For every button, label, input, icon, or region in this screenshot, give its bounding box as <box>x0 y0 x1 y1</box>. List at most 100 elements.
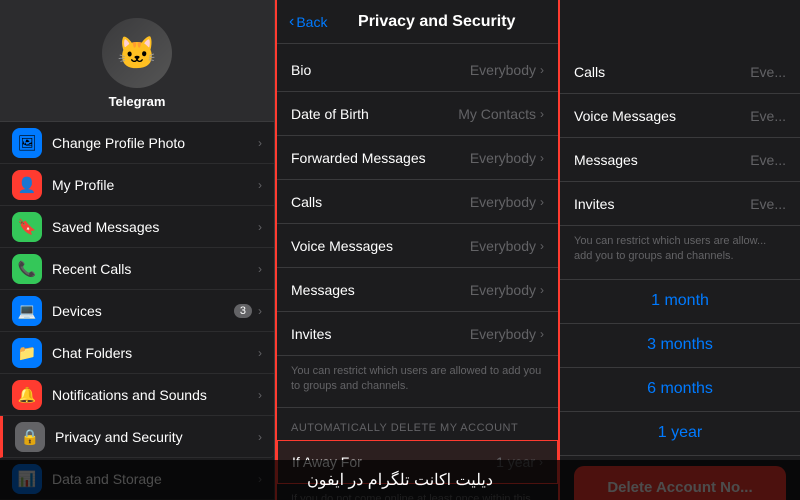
change-profile-photo-icon: 🖼 <box>12 128 42 158</box>
sidebar-item-change-profile-photo[interactable]: 🖼 Change Profile Photo› <box>0 122 274 164</box>
sidebar-item-saved-messages[interactable]: 🔖 Saved Messages› <box>0 206 274 248</box>
setting-value: My Contacts <box>458 106 536 122</box>
duration-option-3-months[interactable]: 3 months <box>560 324 800 368</box>
recent-calls-icon: 📞 <box>12 254 42 284</box>
sidebar-item-label-my-profile: My Profile <box>52 177 258 193</box>
duration-label: 1 year <box>658 424 702 442</box>
sidebar-item-privacy-and-security[interactable]: 🔒 Privacy and Security› <box>0 416 274 458</box>
chevron-icon: › <box>540 63 544 77</box>
section-header-auto-delete: AUTOMATICALLY DELETE MY ACCOUNT <box>277 408 558 440</box>
sidebar-item-recent-calls[interactable]: 📞 Recent Calls› <box>0 248 274 290</box>
setting-value: Everybody <box>470 282 536 298</box>
settings-list: BioEverybody›Date of BirthMy Contacts›Fo… <box>277 44 558 500</box>
sidebar-item-label-recent-calls: Recent Calls <box>52 261 258 277</box>
duration-label: 6 months <box>647 380 713 398</box>
chevron-icon: › <box>540 283 544 297</box>
back-button[interactable]: ‹ Back <box>289 13 327 31</box>
chevron-icon-devices: › <box>258 304 262 318</box>
duration-label: 1 month <box>651 292 709 310</box>
setting-row-bio[interactable]: BioEverybody › <box>277 48 558 92</box>
right-value: Eve... <box>750 152 786 168</box>
sidebar-item-chat-folders[interactable]: 📁 Chat Folders› <box>0 332 274 374</box>
avatar: 🐱 <box>102 18 172 88</box>
setting-value: Everybody <box>470 238 536 254</box>
setting-row-forwarded-messages[interactable]: Forwarded MessagesEverybody › <box>277 136 558 180</box>
nav-bar: ‹ Back Privacy and Security <box>277 0 558 44</box>
chevron-icon: › <box>540 239 544 253</box>
chevron-icon-notifications-and-sounds: › <box>258 388 262 402</box>
notifications-and-sounds-icon: 🔔 <box>12 380 42 410</box>
right-row-voice-messages[interactable]: Voice MessagesEve... <box>560 94 800 138</box>
chevron-icon: › <box>540 151 544 165</box>
back-chevron-icon: ‹ <box>289 13 294 31</box>
sidebar-item-notifications-and-sounds[interactable]: 🔔 Notifications and Sounds› <box>0 374 274 416</box>
right-value: Eve... <box>750 64 786 80</box>
badge-devices: 3 <box>234 304 252 318</box>
right-label: Voice Messages <box>574 108 750 124</box>
setting-label: Bio <box>291 62 470 78</box>
setting-value: Everybody <box>470 326 536 342</box>
setting-row-messages[interactable]: MessagesEverybody › <box>277 268 558 312</box>
right-label: Messages <box>574 152 750 168</box>
duration-option-1-month[interactable]: 1 month <box>560 280 800 324</box>
setting-row-voice-messages[interactable]: Voice MessagesEverybody › <box>277 224 558 268</box>
chevron-icon: › <box>540 327 544 341</box>
saved-messages-icon: 🔖 <box>12 212 42 242</box>
right-value: Eve... <box>750 108 786 124</box>
chevron-icon-chat-folders: › <box>258 346 262 360</box>
right-value: Eve... <box>750 196 786 212</box>
setting-label: Forwarded Messages <box>291 150 470 166</box>
setting-label: Messages <box>291 282 470 298</box>
chat-folders-icon: 📁 <box>12 338 42 368</box>
groups-note: You can restrict which users are allowed… <box>277 356 558 408</box>
chevron-icon-recent-calls: › <box>258 262 262 276</box>
duration-label: 3 months <box>647 336 713 354</box>
setting-value: Everybody <box>470 194 536 210</box>
setting-label: Invites <box>291 326 470 342</box>
right-row-invites[interactable]: InvitesEve... <box>560 182 800 226</box>
setting-label: Voice Messages <box>291 238 470 254</box>
sidebar-item-label-devices: Devices <box>52 303 234 319</box>
setting-label: Calls <box>291 194 470 210</box>
chevron-icon-privacy-and-security: › <box>258 430 262 444</box>
sidebar-item-label-privacy-and-security: Privacy and Security <box>55 429 258 445</box>
devices-icon: 💻 <box>12 296 42 326</box>
setting-row-calls[interactable]: CallsEverybody › <box>277 180 558 224</box>
right-panel: CallsEve...Voice MessagesEve...MessagesE… <box>560 0 800 500</box>
right-row-calls[interactable]: CallsEve... <box>560 50 800 94</box>
sidebar-item-label-notifications-and-sounds: Notifications and Sounds <box>52 387 258 403</box>
duration-option-6-months[interactable]: 6 months <box>560 368 800 412</box>
my-profile-icon: 👤 <box>12 170 42 200</box>
left-panel: 🐱 Telegram 🖼Change Profile Photo›👤My Pro… <box>0 0 275 500</box>
back-label: Back <box>296 14 327 30</box>
caption-text: دیلیت اکانت تلگرام در ایفون <box>307 470 493 490</box>
setting-row-date-of-birth[interactable]: Date of BirthMy Contacts › <box>277 92 558 136</box>
sidebar-item-devices[interactable]: 💻 Devices3 › <box>0 290 274 332</box>
chevron-icon-saved-messages: › <box>258 220 262 234</box>
sidebar-item-label-change-profile-photo: Change Profile Photo <box>52 135 258 151</box>
chevron-icon: › <box>540 107 544 121</box>
middle-panel: ‹ Back Privacy and Security BioEverybody… <box>275 0 560 500</box>
privacy-and-security-icon: 🔒 <box>15 422 45 452</box>
right-row-messages[interactable]: MessagesEve... <box>560 138 800 182</box>
setting-row-invites[interactable]: InvitesEverybody › <box>277 312 558 356</box>
nav-title: Privacy and Security <box>327 13 546 31</box>
sidebar-item-label-saved-messages: Saved Messages <box>52 219 258 235</box>
chevron-icon: › <box>540 195 544 209</box>
profile-section: 🐱 Telegram <box>0 0 274 122</box>
username: Telegram <box>109 94 166 109</box>
right-label: Invites <box>574 196 750 212</box>
bottom-caption: دیلیت اکانت تلگرام در ایفون <box>0 460 800 500</box>
setting-value: Everybody <box>470 62 536 78</box>
sidebar-item-my-profile[interactable]: 👤 My Profile› <box>0 164 274 206</box>
right-note: You can restrict which users are allow..… <box>560 226 800 280</box>
setting-label: Date of Birth <box>291 106 458 122</box>
right-label: Calls <box>574 64 750 80</box>
left-menu: 🖼Change Profile Photo›👤My Profile›🔖Saved… <box>0 122 274 500</box>
chevron-icon-change-profile-photo: › <box>258 136 262 150</box>
right-list: CallsEve...Voice MessagesEve...MessagesE… <box>560 0 800 500</box>
duration-option-1-year[interactable]: 1 year <box>560 412 800 456</box>
chevron-icon-my-profile: › <box>258 178 262 192</box>
setting-value: Everybody <box>470 150 536 166</box>
sidebar-item-label-chat-folders: Chat Folders <box>52 345 258 361</box>
